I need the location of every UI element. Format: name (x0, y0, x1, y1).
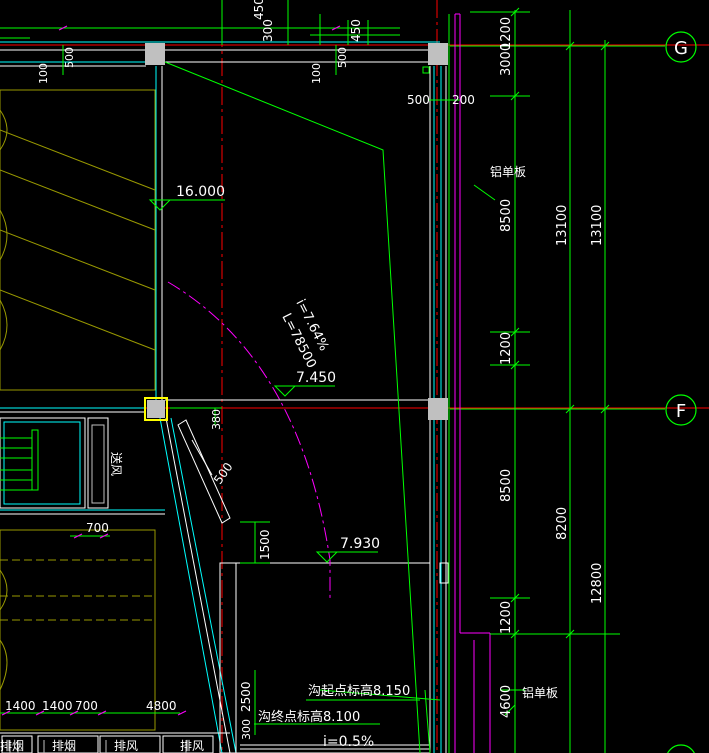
dim-1200-c: 1200 (499, 601, 514, 634)
elevation-7450: 7.450 (296, 370, 336, 386)
dim-1500: 1500 (258, 529, 272, 560)
dimension-ticks-magenta (1, 25, 341, 716)
dim-top-450-a: 450 (252, 0, 266, 20)
bottom-dimensions: 1400 1400 700 4800 (5, 699, 177, 713)
grid-label-f: F (676, 401, 686, 422)
end-elevation-label: 沟终点标高8.100 (258, 709, 360, 725)
dim-3000: 3000 (499, 43, 514, 76)
stairwell (0, 417, 165, 515)
aluminum-panel-label-top: 铝单板 (490, 164, 526, 179)
axis-lines (0, 0, 709, 753)
right-dimensions-col3: 13100 12800 (590, 205, 605, 604)
grid-bubble-f: F (665, 394, 697, 426)
dim-2500: 2500 (239, 681, 253, 712)
dim-top-100-b: 100 (310, 63, 323, 84)
dim-1400-b: 1400 (42, 699, 73, 713)
vent-exhaust-label-1: 排风 (114, 739, 138, 753)
dim-500-col: 500 (407, 93, 430, 107)
dim-top-100-a: 100 (37, 63, 50, 84)
left-olive-hatch (0, 89, 156, 731)
air-supply-label: 送风 (109, 452, 124, 476)
grid-bubble-g: G (665, 31, 697, 63)
elevation-16000: 16.000 (176, 184, 225, 200)
dim-13100-a: 13100 (555, 205, 570, 246)
dim-8200: 8200 (555, 507, 570, 540)
vent-smoke-label-2: 排烟 (52, 739, 76, 753)
elevation-7930: 7.930 (340, 536, 380, 552)
dim-380: 380 (210, 409, 223, 430)
dim-300-bottom: 300 (240, 719, 253, 740)
dim-8500-a: 8500 (499, 199, 514, 232)
gradient-label: i=0.5% (323, 734, 374, 750)
dim-700-left: 700 (86, 521, 109, 535)
dim-13100-b: 13100 (590, 205, 605, 246)
dim-4600: 4600 (499, 685, 514, 718)
dim-8500-b: 8500 (499, 469, 514, 502)
dim-200-col: 200 (452, 93, 475, 107)
dim-700-bottom: 700 (75, 699, 98, 713)
grid-label-g: G (674, 38, 688, 59)
dim-top-500-a: 500 (63, 47, 76, 68)
right-dimensions-col1: 1200 3000 8500 1200 8500 1200 4600 (499, 17, 514, 718)
aluminum-panel-label-bottom: 铝单板 (522, 685, 558, 700)
columns (144, 43, 448, 421)
dim-12800: 12800 (590, 563, 605, 604)
vent-smoke-label-1: 排烟 (0, 739, 24, 753)
cad-drawing: G F 16.000 7.450 7.930 i=7.64% L=78500 铝… (0, 0, 709, 753)
elevation-markers (148, 199, 378, 563)
right-dimensions-col2: 13100 8200 (555, 205, 570, 540)
dim-1200-b: 1200 (499, 332, 514, 365)
dim-4800: 4800 (146, 699, 177, 713)
dim-top-450-b: 450 (349, 19, 363, 42)
start-elevation-label: 沟起点标高8.150 (308, 683, 410, 699)
dim-top-300: 300 (261, 19, 275, 42)
dim-top-500-b: 500 (336, 47, 349, 68)
vent-exhaust-label-2: 排风 (180, 739, 204, 753)
walls (0, 13, 491, 753)
